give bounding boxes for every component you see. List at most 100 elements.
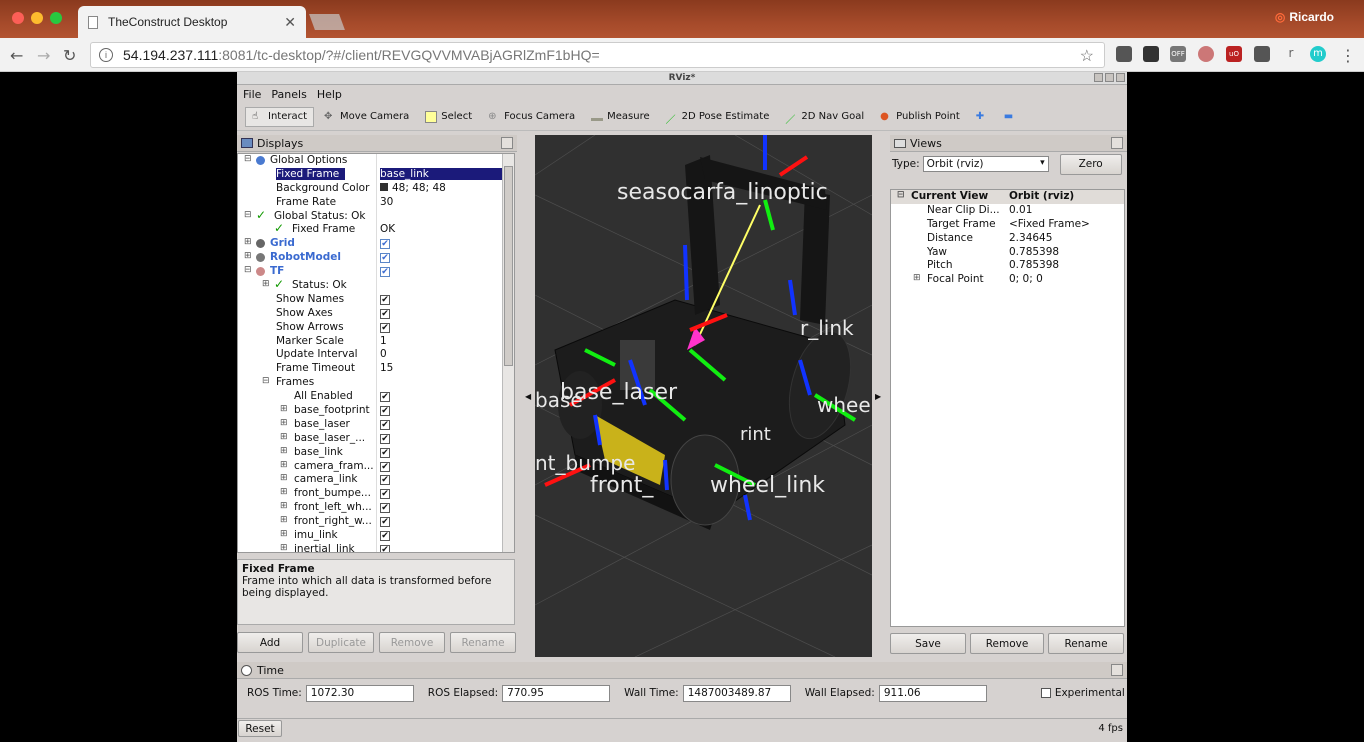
rviz-close-button[interactable] [1116,73,1125,82]
view-property-row[interactable]: Target Frame <Fixed Frame> [891,218,1124,232]
wall-elapsed-field[interactable]: 911.06 [878,684,987,702]
view-property-row[interactable]: Distance 2.34645 [891,232,1124,246]
add-tool-button[interactable]: ✚ [970,108,994,126]
extension-r-icon[interactable]: r [1283,46,1299,62]
remove-view-button[interactable]: Remove [970,633,1044,654]
expand-icon[interactable]: ⊞ [280,543,288,552]
rviz-minimize-button[interactable] [1094,73,1103,82]
save-view-button[interactable]: Save [890,633,966,654]
extension-off-icon[interactable]: OFF [1170,46,1186,62]
tool-nav-goal[interactable]: ／ 2D Nav Goal [779,108,870,126]
enable-checkbox[interactable]: ✔ [380,267,390,278]
expand-icon[interactable]: ⊞ [280,501,288,511]
experimental-checkbox[interactable] [1040,688,1051,698]
enable-checkbox[interactable]: ✔ [380,531,390,542]
expand-icon[interactable]: ⊞ [244,237,252,247]
3d-render-view[interactable]: seasocarfa_linoptic r_link base_laser ba… [535,135,872,657]
enable-checkbox[interactable]: ✔ [380,239,390,250]
current-view-row[interactable]: ⊟ Current View Orbit (rviz) [891,190,1124,204]
displays-scrollbar[interactable] [502,154,514,552]
browser-tab[interactable]: TheConstruct Desktop ✕ [78,6,306,38]
enable-checkbox[interactable]: ✔ [380,253,390,264]
tool-interact[interactable]: ☝ Interact [245,106,315,127]
extension-ublock-icon[interactable]: uO [1226,46,1242,62]
tool-publish-point[interactable]: ● Publish Point [874,108,966,126]
view-property-row[interactable]: Near Clip Di... 0.01 [891,204,1124,218]
extension-brain-icon[interactable] [1198,46,1214,62]
enable-checkbox[interactable]: ✔ [380,322,390,333]
new-tab-button[interactable] [309,14,345,30]
panel-close-button[interactable] [1111,137,1123,149]
rviz-maximize-button[interactable] [1105,73,1114,82]
collapse-icon[interactable]: ⊟ [262,376,270,386]
forward-icon[interactable]: → [37,46,50,65]
collapse-icon[interactable]: ⊟ [897,190,905,200]
enable-checkbox[interactable]: ✔ [380,433,390,444]
close-window-button[interactable] [12,12,24,24]
wall-time-field[interactable]: 1487003489.87 [682,684,791,702]
minimize-window-button[interactable] [31,12,43,24]
enable-checkbox[interactable]: ✔ [380,406,390,417]
enable-checkbox[interactable]: ✔ [380,489,390,500]
expand-icon[interactable]: ⊞ [244,251,252,261]
zero-button[interactable]: Zero [1059,153,1122,175]
view-property-row[interactable]: ⊞ Focal Point 0; 0; 0 [891,273,1124,287]
enable-checkbox[interactable]: ✔ [380,544,390,552]
enable-checkbox[interactable]: ✔ [380,447,390,458]
view-property-row[interactable]: Yaw 0.785398 [891,246,1124,260]
reload-icon[interactable]: ↻ [63,46,76,65]
expand-icon[interactable]: ⊞ [280,432,288,442]
collapse-icon[interactable]: ⊟ [244,154,252,164]
expand-icon[interactable]: ⊞ [280,404,288,414]
remove-button[interactable]: Remove [379,632,445,653]
maximize-window-button[interactable] [50,12,62,24]
enable-checkbox[interactable]: ✔ [380,517,390,528]
collapse-left-icon[interactable]: ◀ [525,392,531,401]
back-icon[interactable]: ← [10,46,23,65]
remove-tool-button[interactable]: ▬ [998,108,1022,126]
menu-dots-icon[interactable]: ⋮ [1340,46,1356,65]
view-type-select[interactable]: Orbit (rviz) [922,156,1049,172]
profile-button[interactable]: ◎ Ricardo [1275,10,1338,24]
address-bar[interactable]: i 54.194.237.111:8081/tc-desktop/?#/clie… [90,42,1105,68]
expand-icon[interactable]: ⊞ [280,418,288,428]
enable-checkbox[interactable]: ✔ [380,503,390,514]
extension-layers-icon[interactable] [1143,46,1159,62]
tool-measure[interactable]: Measure [585,108,656,125]
expand-icon[interactable]: ⊞ [913,273,921,283]
reset-button[interactable]: Reset [238,720,282,737]
extension-m-icon[interactable]: m [1310,46,1326,62]
add-button[interactable]: Add [237,632,303,653]
expand-icon[interactable]: ⊞ [280,473,288,483]
rename-button[interactable]: Rename [450,632,516,653]
enable-checkbox[interactable]: ✔ [380,294,390,305]
menu-help[interactable]: Help [317,88,342,101]
expand-icon[interactable]: ⊞ [280,487,288,497]
tool-select[interactable]: Select [419,108,478,126]
tool-focus-camera[interactable]: ⊕ Focus Camera [482,108,581,126]
enable-checkbox[interactable]: ✔ [380,419,390,430]
expand-icon[interactable]: ⊞ [280,460,288,470]
tool-move-camera[interactable]: ✥ Move Camera [318,108,415,126]
enable-checkbox[interactable]: ✔ [380,392,390,403]
enable-checkbox[interactable]: ✔ [380,475,390,486]
view-property-row[interactable]: Pitch 0.785398 [891,259,1124,273]
menu-file[interactable]: File [243,88,261,101]
collapse-right-icon[interactable]: ▶ [875,392,881,401]
expand-icon[interactable]: ⊞ [280,515,288,525]
panel-close-button[interactable] [1111,664,1123,676]
menu-panels[interactable]: Panels [271,88,306,101]
collapse-icon[interactable]: ⊟ [244,265,252,275]
bookmark-star-icon[interactable]: ☆ [1080,46,1094,66]
enable-checkbox[interactable]: ✔ [380,461,390,472]
rename-view-button[interactable]: Rename [1048,633,1124,654]
extension-evernote-icon[interactable] [1116,46,1132,62]
expand-icon[interactable]: ⊞ [280,446,288,456]
ros-elapsed-field[interactable]: 770.95 [502,684,611,702]
ros-time-field[interactable]: 1072.30 [305,684,414,702]
duplicate-button[interactable]: Duplicate [308,632,374,653]
enable-checkbox[interactable]: ✔ [380,308,390,319]
close-tab-icon[interactable]: ✕ [284,14,296,31]
collapse-icon[interactable]: ⊟ [244,210,252,220]
info-icon[interactable]: i [99,48,113,62]
